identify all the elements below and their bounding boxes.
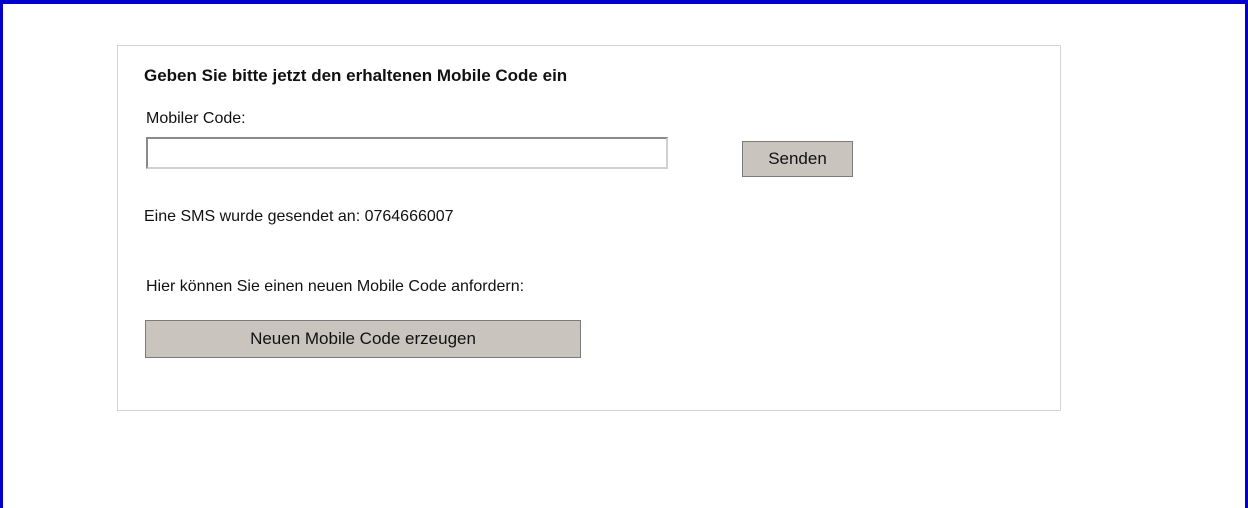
request-new-code-info: Hier können Sie einen neuen Mobile Code … (146, 278, 525, 295)
mobile-code-input[interactable] (146, 137, 668, 169)
send-button[interactable]: Senden (742, 141, 853, 177)
sms-sent-info: Eine SMS wurde gesendet an: 0764666007 (144, 208, 454, 225)
panel-heading: Geben Sie bitte jetzt den erhaltenen Mob… (144, 66, 568, 85)
mobile-code-label: Mobiler Code: (146, 110, 246, 127)
mobile-code-panel: Geben Sie bitte jetzt den erhaltenen Mob… (117, 45, 1061, 411)
generate-new-code-button[interactable]: Neuen Mobile Code erzeugen (145, 320, 581, 358)
browser-frame: Geben Sie bitte jetzt den erhaltenen Mob… (0, 0, 1248, 508)
